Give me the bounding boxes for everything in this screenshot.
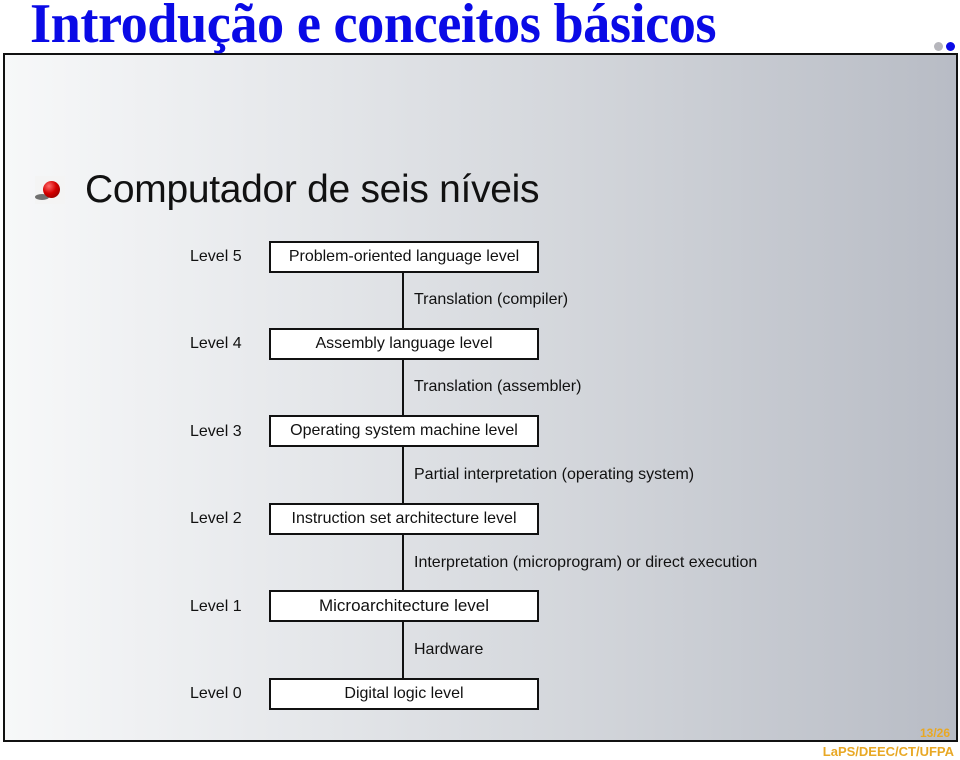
transition-label: Interpretation (microprogram) or direct …: [414, 554, 758, 571]
nav-dot-active[interactable]: [946, 42, 955, 51]
connector-line: [402, 360, 404, 415]
level-label: Level 1: [190, 598, 242, 615]
level-label: Level 2: [190, 510, 242, 527]
transition-label: Hardware: [414, 641, 484, 658]
connector-line: [402, 622, 404, 678]
nav-dot-inactive[interactable]: [934, 42, 943, 51]
slide-title: Introdução e conceitos básicos: [30, 0, 717, 55]
level-box: Digital logic level: [269, 678, 539, 710]
level-box: Problem-oriented language level: [269, 241, 539, 273]
connector-line: [402, 535, 404, 590]
levels-diagram: Level 5 Problem-oriented language level …: [0, 0, 960, 760]
page-number: 13/26: [919, 726, 950, 740]
level-label: Level 4: [190, 335, 242, 352]
transition-label: Translation (assembler): [414, 378, 582, 395]
connector-line: [402, 447, 404, 503]
level-box: Instruction set architecture level: [269, 503, 539, 535]
transition-label: Translation (compiler): [414, 291, 569, 308]
level-label: Level 5: [190, 248, 242, 265]
transition-label: Partial interpretation (operating system…: [414, 466, 695, 483]
level-box: Operating system machine level: [269, 415, 539, 447]
level-box: Microarchitecture level: [269, 590, 539, 622]
navigation-dots: [934, 42, 955, 51]
level-box: Assembly language level: [269, 328, 539, 360]
level-label: Level 3: [190, 423, 242, 440]
level-label: Level 0: [190, 685, 242, 702]
connector-line: [402, 273, 404, 328]
